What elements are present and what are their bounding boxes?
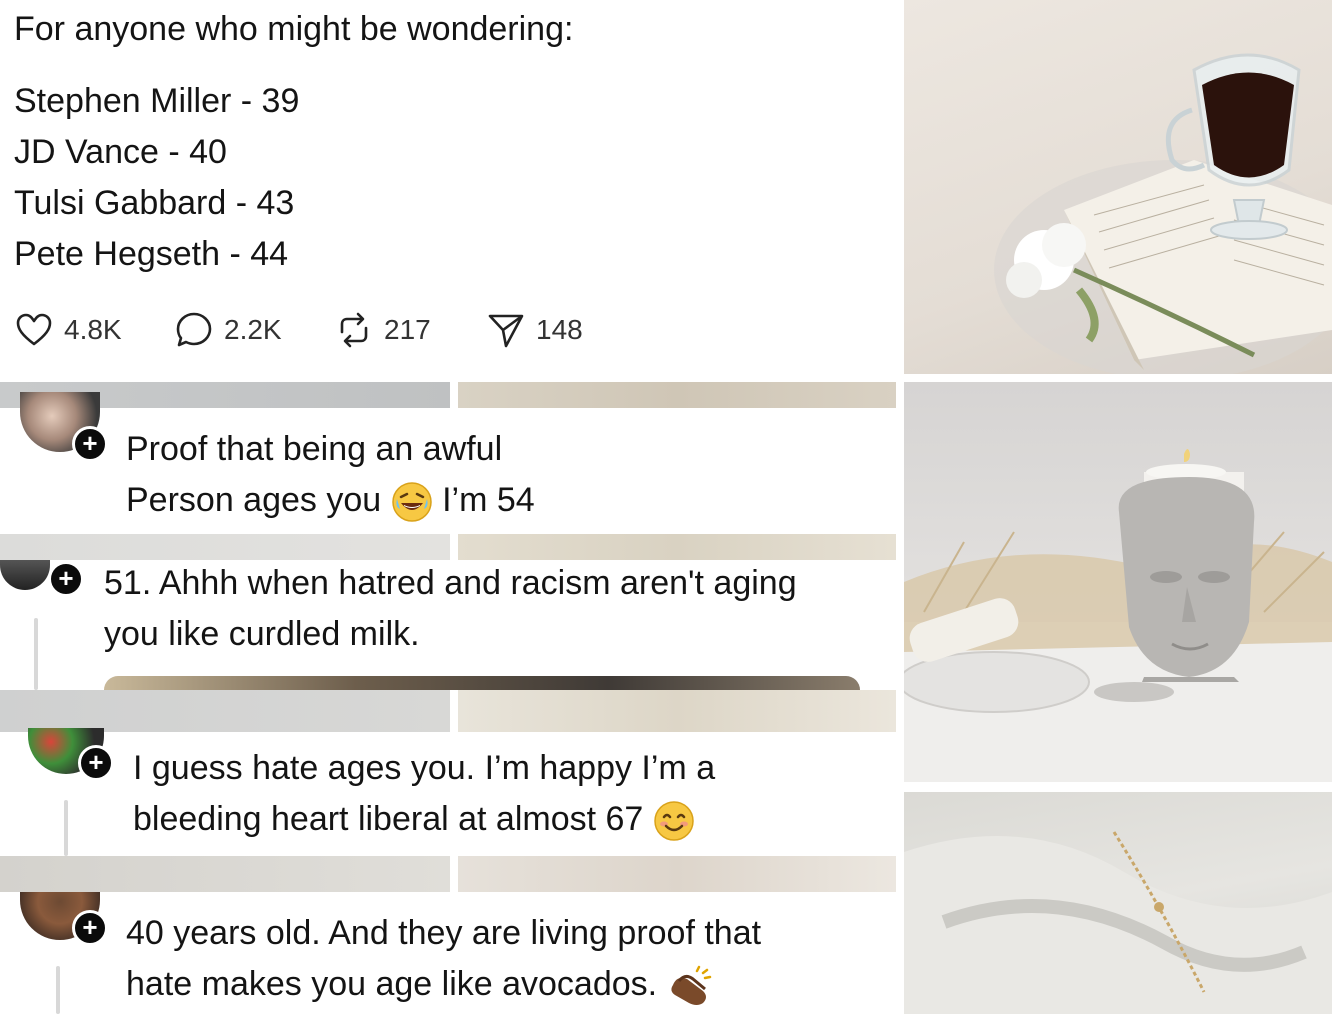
repost-icon	[340, 312, 368, 348]
follow-plus-icon[interactable]: +	[72, 910, 108, 946]
smiling-emoji-icon	[654, 801, 694, 841]
repost-count: 217	[384, 314, 431, 345]
reply-thread-line	[64, 800, 68, 856]
post-line-3: Tulsi Gabbard - 43	[14, 184, 295, 222]
comment-4-line-2: hate makes you age like avocados.	[126, 959, 713, 1010]
reply-count: 2.2K	[224, 314, 282, 345]
like-count: 4.8K	[64, 314, 122, 345]
comment-icon	[176, 312, 212, 347]
buddha-candle-photo	[898, 449, 1332, 782]
share-button[interactable]: 148	[486, 310, 583, 350]
share-count: 148	[536, 314, 583, 345]
comment-3-line-2: bleeding heart liberal at almost 67	[133, 794, 695, 845]
laughing-emoji-icon	[391, 482, 432, 522]
follow-plus-icon[interactable]: +	[72, 426, 108, 462]
right-photo-middle	[898, 382, 1332, 782]
follow-plus-icon[interactable]: +	[78, 745, 114, 781]
follow-plus-icon[interactable]: +	[48, 561, 84, 597]
post-line-2: JD Vance - 40	[14, 133, 227, 171]
comment-2-line-1: 51. Ahhh when hatred and racism aren't a…	[104, 564, 797, 602]
comment-3-line-1: I guess hate ages you. I’m happy I’m a	[133, 749, 716, 787]
right-photo-bottom	[904, 792, 1332, 1014]
collage-strip-4b	[458, 856, 896, 892]
post-intro: For anyone who might be wondering:	[14, 10, 574, 48]
collage-strip-4a	[0, 856, 450, 892]
comment-1-age: I’m 54	[442, 481, 535, 519]
collage-strip-2a	[0, 534, 450, 560]
clapping-hands-emoji-icon	[670, 965, 711, 1006]
comment-2-line-2: you like curdled milk.	[104, 615, 420, 653]
attached-image-preview[interactable]	[104, 676, 860, 690]
right-photo-top	[904, 0, 1332, 380]
reply-thread-line	[56, 966, 60, 1014]
repost-button[interactable]: 217	[334, 310, 431, 350]
coffee-book-photo	[994, 53, 1332, 380]
comment-3-text: bleeding heart liberal at almost 67	[133, 800, 644, 838]
share-icon	[488, 314, 524, 348]
post-line-1: Stephen Miller - 39	[14, 82, 300, 120]
avatar[interactable]	[0, 560, 50, 590]
comment-4-line-1: 40 years old. And they are living proof …	[126, 914, 762, 952]
like-button[interactable]: 4.8K	[14, 310, 122, 350]
reply-button[interactable]: 2.2K	[174, 310, 282, 350]
collage-strip-2b	[458, 534, 896, 560]
heart-icon	[16, 313, 52, 346]
collage-strip-1b	[458, 382, 896, 408]
comment-1-text: Person ages you	[126, 481, 382, 519]
post-line-4: Pete Hegseth - 44	[14, 235, 289, 273]
comment-1-line-2: Person ages you I’m 54	[126, 475, 535, 526]
comment-1-line-1: Proof that being an awful	[126, 430, 503, 468]
collage-strip-3	[0, 690, 896, 732]
reply-thread-line	[34, 618, 38, 690]
fabric-necklace-photo	[904, 831, 1332, 1014]
comment-4-text: hate makes you age like avocados.	[126, 965, 658, 1003]
